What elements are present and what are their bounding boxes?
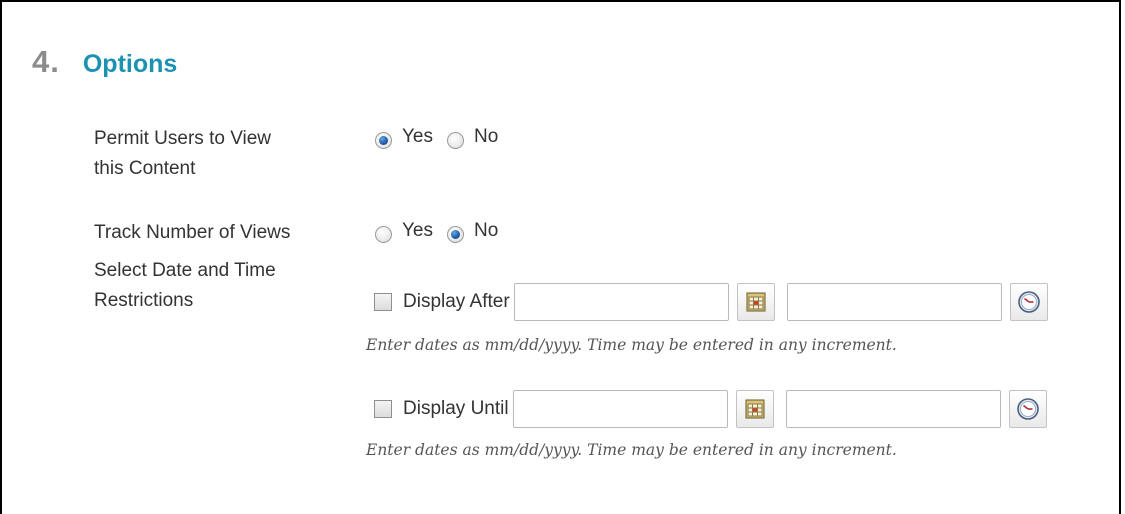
display-after-clock-button[interactable] [1009, 283, 1048, 321]
display-after-time-input[interactable] [786, 283, 1002, 321]
display-after-row: Display After [374, 283, 1048, 321]
permit-view-no-radio[interactable] [447, 132, 464, 149]
permit-view-yes-label[interactable]: Yes [402, 126, 433, 148]
track-views-label: Track Number of Views [94, 222, 291, 243]
display-after-label[interactable]: Display After [403, 291, 510, 313]
calendar-icon [745, 399, 765, 419]
display-until-clock-button[interactable] [1008, 390, 1047, 428]
display-until-date-input[interactable] [512, 390, 728, 428]
permit-view-no-label[interactable]: No [474, 126, 498, 148]
clock-icon [1016, 398, 1039, 420]
calendar-icon [746, 292, 766, 312]
display-after-hint: Enter dates as mm/dd/yyyy. Time may be e… [366, 336, 897, 354]
display-until-calendar-button[interactable] [735, 390, 774, 428]
track-views-no-radio[interactable] [447, 226, 464, 243]
display-until-label[interactable]: Display Until [403, 398, 509, 420]
display-until-hint: Enter dates as mm/dd/yyyy. Time may be e… [366, 441, 897, 459]
display-after-checkbox[interactable] [374, 293, 392, 311]
track-views-yes-radio[interactable] [375, 226, 392, 243]
display-until-time-input[interactable] [785, 390, 1001, 428]
permit-view-yes-radio[interactable] [375, 132, 392, 149]
track-views-yes-label[interactable]: Yes [402, 220, 433, 242]
permit-view-radio-group: Yes No [375, 124, 512, 149]
permit-view-label: Permit Users to View this Content [94, 128, 272, 179]
track-views-radio-group: Yes No [375, 218, 512, 243]
date-restrictions-label: Select Date and Time Restrictions [94, 260, 276, 311]
section-heading: 4. Options [32, 44, 177, 80]
track-views-no-label[interactable]: No [474, 220, 498, 242]
clock-icon [1017, 291, 1040, 313]
display-after-calendar-button[interactable] [736, 283, 775, 321]
display-until-row: Display Until [374, 390, 1047, 428]
display-until-checkbox[interactable] [374, 400, 392, 418]
step-number: 4. [32, 44, 60, 79]
display-after-date-input[interactable] [513, 283, 729, 321]
section-title: Options [82, 50, 178, 78]
